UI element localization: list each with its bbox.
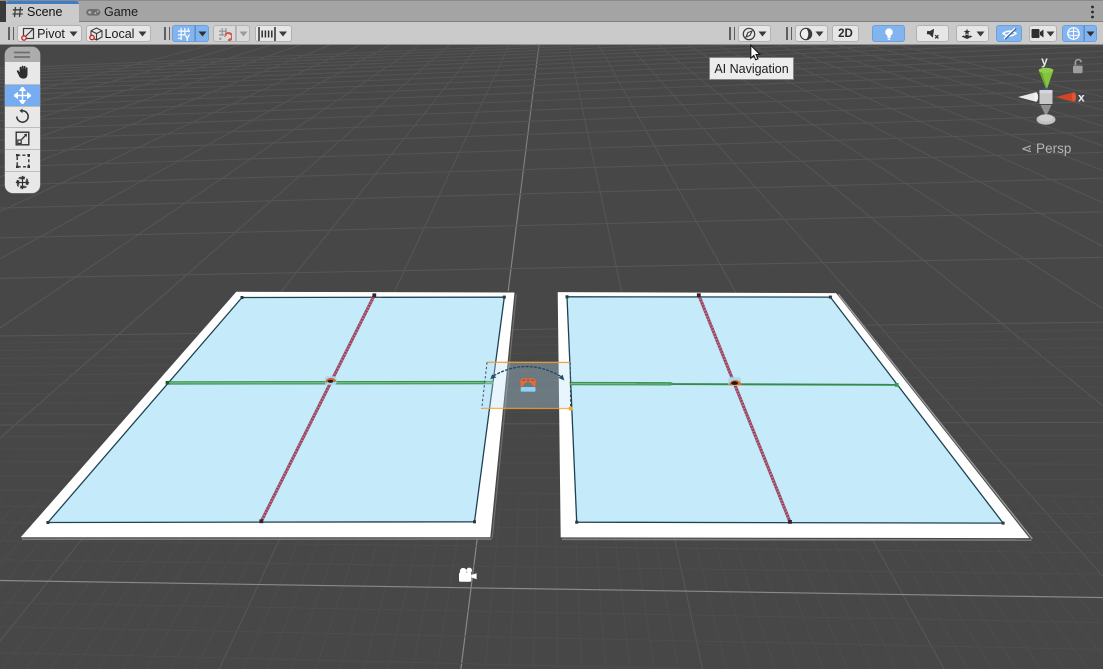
svg-text:Y: Y bbox=[184, 33, 190, 41]
svg-text:⋖ Persp: ⋖ Persp bbox=[1021, 141, 1071, 156]
svg-text:x: x bbox=[1078, 91, 1085, 105]
svg-text:y: y bbox=[1041, 54, 1048, 68]
